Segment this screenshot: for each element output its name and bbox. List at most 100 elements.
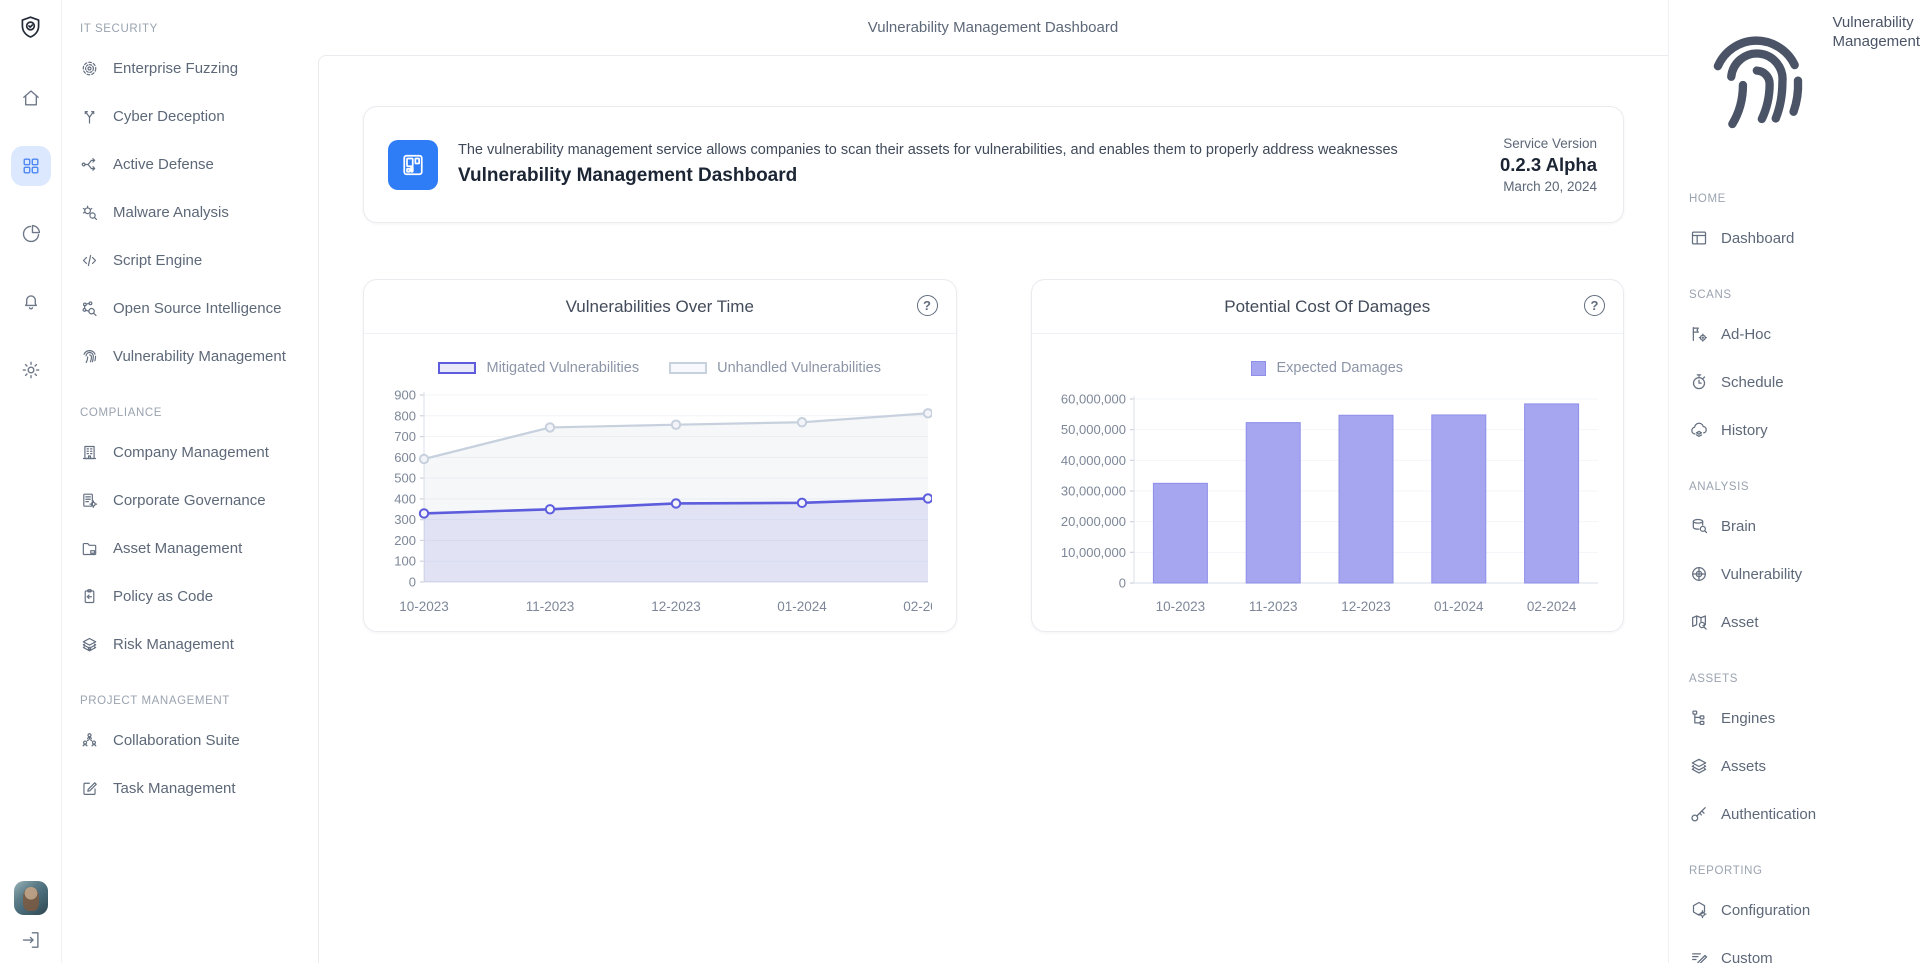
rail-notifications-button[interactable] (11, 282, 51, 322)
logout-icon[interactable] (20, 929, 42, 951)
legend-label: Unhandled Vulnerabilities (717, 360, 881, 376)
sidebar-item-company-management[interactable]: Company Management (62, 428, 318, 476)
nav-item-dashboard[interactable]: Dashboard (1669, 214, 1920, 262)
folder-icon (80, 539, 99, 558)
svg-text:700: 700 (394, 429, 416, 444)
sidebar-item-script-engine[interactable]: Script Engine (62, 236, 318, 284)
sidebar-item-vulnerability-management[interactable]: Vulnerability Management (62, 332, 318, 380)
right-sidebar-header: Vulnerability Management (1689, 14, 1920, 148)
svg-text:10,000,000: 10,000,000 (1061, 545, 1126, 560)
sidebar-item-enterprise-fuzzing[interactable]: Enterprise Fuzzing (62, 44, 318, 92)
fingerprint-icon (1689, 15, 1822, 148)
svg-text:0: 0 (409, 575, 416, 590)
sidebar-item-corporate-governance[interactable]: Corporate Governance (62, 476, 318, 524)
legend-item-unhandled-vulnerabilities[interactable]: Unhandled Vulnerabilities (669, 360, 881, 376)
bug-scope-icon (80, 203, 99, 222)
rail-settings-button[interactable] (11, 350, 51, 390)
dashboard-tile-icon (398, 150, 428, 180)
nav-item-label: Schedule (1721, 374, 1784, 391)
help-icon[interactable]: ? (1584, 295, 1605, 316)
nav-item-vulnerability[interactable]: Vulnerability (1669, 550, 1920, 598)
help-icon[interactable]: ? (917, 295, 938, 316)
code-icon (80, 251, 99, 270)
building-icon (80, 443, 99, 462)
sidebar-item-policy-as-code[interactable]: Policy as Code (62, 572, 318, 620)
sidebar-item-cyber-deception[interactable]: Cyber Deception (62, 92, 318, 140)
right-sidebar: Vulnerability Management HOMEDashboardSC… (1668, 0, 1920, 963)
nav-item-ad-hoc[interactable]: Ad-Hoc (1669, 310, 1920, 358)
service-version-value: 0.2.3 Alpha (1500, 154, 1597, 176)
chart-legend: Expected Damages (1032, 360, 1624, 376)
map-scope-icon (1689, 612, 1709, 632)
sidebar-item-label: Corporate Governance (113, 492, 266, 509)
pen-lines-icon (1689, 948, 1709, 963)
service-description: The vulnerability management service all… (458, 142, 1398, 158)
nav-item-engines[interactable]: Engines (1669, 694, 1920, 742)
edit-square-icon (80, 779, 99, 798)
chart-title: Vulnerabilities Over Time (566, 297, 754, 317)
nav-item-label: Custom (1721, 950, 1773, 963)
nav-item-asset[interactable]: Asset (1669, 598, 1920, 646)
svg-text:800: 800 (394, 408, 416, 423)
top-bar: Vulnerability Management Dashboard (318, 0, 1668, 55)
svg-text:600: 600 (394, 450, 416, 465)
svg-text:20,000,000: 20,000,000 (1061, 514, 1126, 529)
user-avatar[interactable] (14, 881, 48, 915)
svg-text:0: 0 (1119, 576, 1126, 591)
line-chart: 010020030040050060070080090010-202311-20… (388, 388, 932, 620)
rail-dashboard-button[interactable] (11, 146, 51, 186)
layers-eye-icon (80, 635, 99, 654)
legend-item-expected-damages[interactable]: Expected Damages (1251, 360, 1403, 376)
legend-item-mitigated-vulnerabilities[interactable]: Mitigated Vulnerabilities (438, 360, 639, 376)
charts-row: Vulnerabilities Over Time? Mitigated Vuln… (363, 279, 1624, 632)
sidebar-item-collaboration-suite[interactable]: Collaboration Suite (62, 716, 318, 764)
app-logo (17, 12, 44, 42)
sidebar-item-label: Company Management (113, 444, 269, 461)
svg-text:12-2023: 12-2023 (1341, 599, 1391, 614)
legend-swatch (669, 362, 707, 374)
sidebar-item-task-management[interactable]: Task Management (62, 764, 318, 812)
rail-analytics-button[interactable] (11, 214, 51, 254)
tree-icon (1689, 708, 1709, 728)
sidebar-item-label: Script Engine (113, 252, 202, 269)
sidebar-item-risk-management[interactable]: Risk Management (62, 620, 318, 668)
svg-text:10-2023: 10-2023 (1156, 599, 1206, 614)
target-icon (80, 59, 99, 78)
nav-item-custom[interactable]: Custom (1669, 934, 1920, 963)
legend-label: Mitigated Vulnerabilities (486, 360, 639, 376)
nav-item-brain[interactable]: Brain (1669, 502, 1920, 550)
nav-item-history[interactable]: History (1669, 406, 1920, 454)
legend-swatch (438, 362, 476, 374)
sidebar-item-asset-management[interactable]: Asset Management (62, 524, 318, 572)
service-version-date: March 20, 2024 (1500, 179, 1597, 194)
nav-item-authentication[interactable]: Authentication (1669, 790, 1920, 838)
nav-item-configuration[interactable]: Configuration (1669, 886, 1920, 934)
nav-item-schedule[interactable]: Schedule (1669, 358, 1920, 406)
net-scope-icon (80, 299, 99, 318)
nav-section-scans: SCANS (1689, 286, 1920, 304)
chart-card-header: Vulnerabilities Over Time? (364, 280, 956, 334)
nav-item-label: Dashboard (1721, 230, 1794, 247)
nav-item-assets[interactable]: Assets (1669, 742, 1920, 790)
rail-home-button[interactable] (11, 78, 51, 118)
sidebar-item-active-defense[interactable]: Active Defense (62, 140, 318, 188)
chart-title: Potential Cost Of Damages (1224, 297, 1430, 317)
grid-icon (20, 155, 42, 177)
window-icon (1689, 228, 1709, 248)
sidebar-item-label: Asset Management (113, 540, 242, 557)
db-scope-icon (1689, 516, 1709, 536)
svg-text:60,000,000: 60,000,000 (1061, 392, 1126, 407)
bell-icon (20, 291, 42, 313)
sidebar-item-open-source-intelligence[interactable]: Open Source Intelligence (62, 284, 318, 332)
svg-text:40,000,000: 40,000,000 (1061, 453, 1126, 468)
svg-text:11-2023: 11-2023 (1249, 599, 1298, 614)
sidebar-item-malware-analysis[interactable]: Malware Analysis (62, 188, 318, 236)
nav-item-label: History (1721, 422, 1768, 439)
nav-section-analysis: ANALYSIS (1689, 478, 1920, 496)
page-title: Vulnerability Management Dashboard (868, 19, 1118, 36)
dashboard-title: Vulnerability Management Dashboard (458, 165, 1398, 187)
chart-card-header: Potential Cost Of Damages? (1032, 280, 1624, 334)
doc-gear-icon (80, 491, 99, 510)
dashboard-app-icon (388, 140, 438, 190)
content-panel: The vulnerability management service all… (318, 55, 1668, 963)
